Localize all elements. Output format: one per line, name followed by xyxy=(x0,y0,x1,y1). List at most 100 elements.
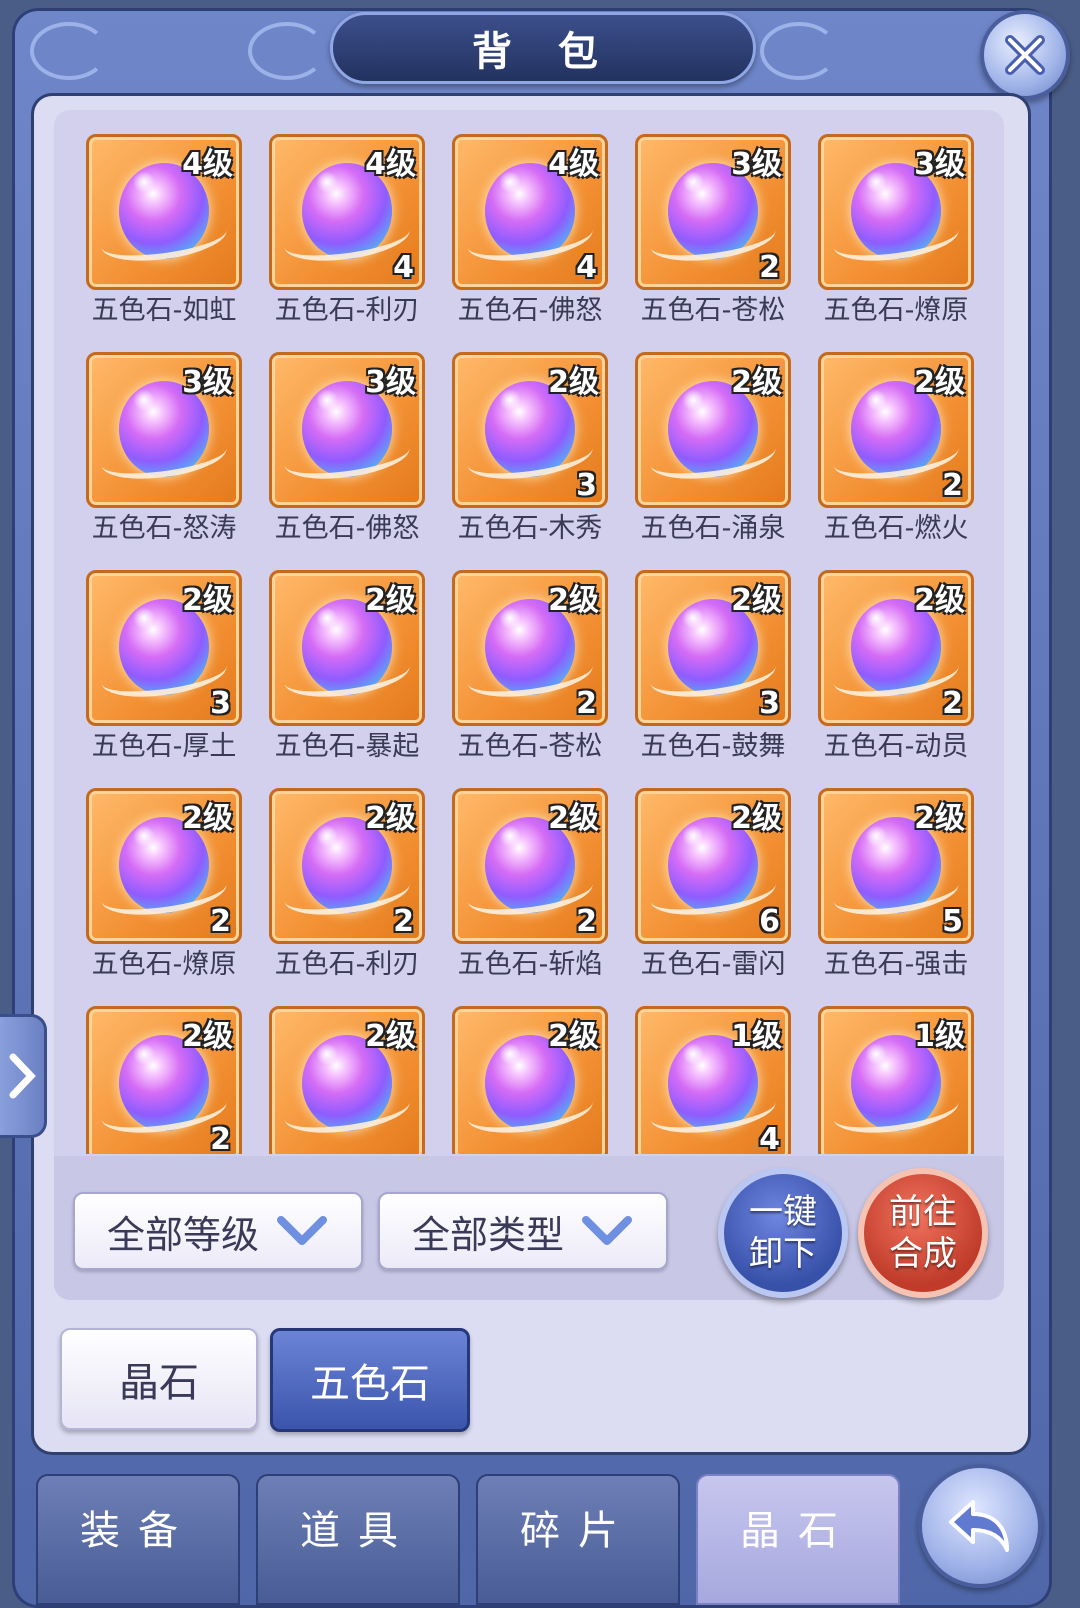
bottom-tab-label: 道具 xyxy=(300,1508,416,1554)
item-name: 五色石-涌泉 xyxy=(640,513,786,544)
back-arrow-icon xyxy=(949,1500,1009,1552)
item-slot[interactable]: 2级 2 五色石-斩焰 xyxy=(440,778,630,992)
item-slot[interactable]: 2级 2 五色石-利刃 xyxy=(257,778,447,992)
item-slot[interactable]: 2级 3 五色石-厚土 xyxy=(74,560,264,774)
go-synthesize-button[interactable]: 前往 合成 xyxy=(858,1168,988,1298)
bottom-tab-equipment[interactable]: 装备 xyxy=(36,1474,240,1605)
item-count: 2 xyxy=(576,686,597,721)
item-tile: 2级 2 xyxy=(86,1006,242,1154)
item-name: 五色石-燎原 xyxy=(91,949,237,980)
item-name: 五色石-鼓舞 xyxy=(640,731,786,762)
item-slot[interactable]: 4级 4 五色石-佛怒 xyxy=(440,124,630,338)
title-plate: 背 包 xyxy=(330,12,756,84)
item-count: 4 xyxy=(576,250,597,285)
item-level: 3级 xyxy=(731,147,782,182)
item-slot[interactable]: 2级 3 五色石-木秀 xyxy=(440,342,630,556)
item-count: 3 xyxy=(759,686,780,721)
item-tile: 4级 4 xyxy=(269,134,425,290)
orb-ring-decoration xyxy=(830,1082,962,1140)
item-tile: 2级 2 xyxy=(452,788,608,944)
item-level: 2级 xyxy=(182,1019,233,1054)
item-count: 2 xyxy=(942,468,963,503)
back-button[interactable] xyxy=(918,1464,1042,1588)
item-slot[interactable]: 2级 xyxy=(257,996,447,1154)
close-button[interactable] xyxy=(980,10,1070,100)
item-slot[interactable]: 4级 4 五色石-利刃 xyxy=(257,124,447,338)
item-tile: 2级 3 xyxy=(635,570,791,726)
item-slot[interactable]: 2级 xyxy=(440,996,630,1154)
item-slot[interactable]: 1级 xyxy=(806,996,994,1154)
item-grid[interactable]: 4级 五色石-如虹 4级 4 五色石-利刃 4级 4 五色石-佛怒 3级 2 五色石-苍松 3级 五色石… xyxy=(74,124,994,1154)
item-tile: 4级 xyxy=(86,134,242,290)
item-level: 2级 xyxy=(548,801,599,836)
orb-highlight xyxy=(682,1043,704,1065)
item-count: 6 xyxy=(759,904,780,939)
item-slot[interactable]: 3级 五色石-燎原 xyxy=(806,124,994,338)
item-slot[interactable]: 1级 4 xyxy=(623,996,813,1154)
item-name: 五色石-燎原 xyxy=(823,295,969,326)
item-tile: 4级 4 xyxy=(452,134,608,290)
item-tile: 2级 2 xyxy=(86,788,242,944)
item-tile: 2级 2 xyxy=(452,570,608,726)
item-level: 2级 xyxy=(182,801,233,836)
item-count: 2 xyxy=(759,250,780,285)
item-level: 2级 xyxy=(548,1019,599,1054)
item-slot[interactable]: 2级 5 五色石-强击 xyxy=(806,778,994,992)
item-name: 五色石-厚土 xyxy=(91,731,237,762)
orb-highlight xyxy=(499,607,521,629)
orb-highlight xyxy=(682,389,704,411)
item-tile: 2级 2 xyxy=(818,352,974,508)
category-tab-crystal[interactable]: 晶石 xyxy=(60,1328,258,1430)
item-slot[interactable]: 3级 五色石-怒涛 xyxy=(74,342,264,556)
item-level: 3级 xyxy=(182,365,233,400)
orb-highlight xyxy=(133,171,155,193)
item-slot[interactable]: 2级 6 五色石-雷闪 xyxy=(623,778,813,992)
item-count: 2 xyxy=(576,904,597,939)
bottom-tab-crystal[interactable]: 晶石 xyxy=(696,1474,900,1605)
orb-highlight xyxy=(865,389,887,411)
orb-ring-decoration xyxy=(830,210,962,268)
level-filter-dropdown[interactable]: 全部等级 xyxy=(73,1192,363,1270)
item-count: 3 xyxy=(576,468,597,503)
chevron-down-icon xyxy=(277,1216,327,1245)
item-slot[interactable]: 2级 2 五色石-燃火 xyxy=(806,342,994,556)
orb-highlight xyxy=(682,825,704,847)
bottom-tab-fragments[interactable]: 碎片 xyxy=(476,1474,680,1605)
item-slot[interactable]: 2级 2 五色石-燎原 xyxy=(74,778,264,992)
item-name: 五色石-木秀 xyxy=(457,513,603,544)
item-slot[interactable]: 3级 五色石-佛怒 xyxy=(257,342,447,556)
chevron-right-icon xyxy=(9,1053,36,1099)
item-slot[interactable]: 2级 3 五色石-鼓舞 xyxy=(623,560,813,774)
item-name: 五色石-雷闪 xyxy=(640,949,786,980)
item-tile: 2级 5 xyxy=(818,788,974,944)
item-slot[interactable]: 2级 2 五色石-苍松 xyxy=(440,560,630,774)
item-slot[interactable]: 3级 2 五色石-苍松 xyxy=(623,124,813,338)
item-slot[interactable]: 2级五色石-暴起 xyxy=(257,560,447,774)
item-tile: 2级 xyxy=(269,570,425,726)
item-level: 3级 xyxy=(365,365,416,400)
item-slot[interactable]: 2级 五色石-涌泉 xyxy=(623,342,813,556)
type-filter-dropdown[interactable]: 全部类型 xyxy=(378,1192,668,1270)
side-expand-tab[interactable] xyxy=(0,1014,47,1138)
category-tab-five-color-stone[interactable]: 五色石 xyxy=(270,1328,470,1432)
item-count: 4 xyxy=(759,1122,780,1154)
item-level: 2级 xyxy=(365,801,416,836)
unequip-all-button[interactable]: 一键 卸下 xyxy=(718,1168,848,1298)
orb-highlight xyxy=(316,825,338,847)
item-slot[interactable]: 2级 2 xyxy=(74,996,264,1154)
item-slot[interactable]: 2级 2 五色石-动员 xyxy=(806,560,994,774)
item-name: 五色石-斩焰 xyxy=(457,949,603,980)
item-count: 2 xyxy=(942,686,963,721)
item-level: 2级 xyxy=(731,801,782,836)
bottom-tab-items[interactable]: 道具 xyxy=(256,1474,460,1605)
item-count: 4 xyxy=(393,250,414,285)
orb-highlight xyxy=(133,825,155,847)
item-slot[interactable]: 4级 五色石-如虹 xyxy=(74,124,264,338)
item-name: 五色石-暴起 xyxy=(274,731,420,762)
ornament-swirl-mid-left xyxy=(248,22,326,80)
bottom-tab-label: 装备 xyxy=(80,1508,196,1554)
orb-highlight xyxy=(499,825,521,847)
item-level: 2级 xyxy=(914,365,965,400)
item-tile: 3级 xyxy=(86,352,242,508)
category-tab-label: 五色石 xyxy=(310,1361,430,1407)
